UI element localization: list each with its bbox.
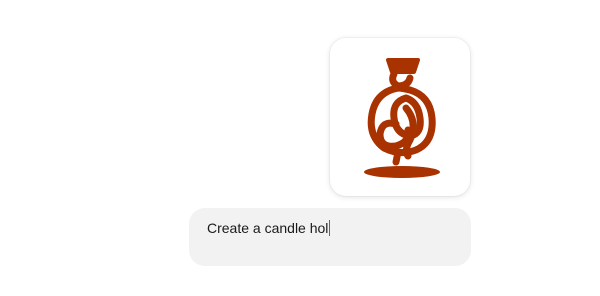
message-input-box[interactable]: Create a candle hol [189, 208, 471, 266]
message-input-text[interactable]: Create a candle hol [207, 220, 328, 236]
attached-image-card[interactable] [330, 38, 470, 196]
chat-stage: Create a candle hol [0, 0, 600, 296]
candle-holder-sketch-icon [364, 58, 440, 178]
text-caret [329, 220, 331, 236]
